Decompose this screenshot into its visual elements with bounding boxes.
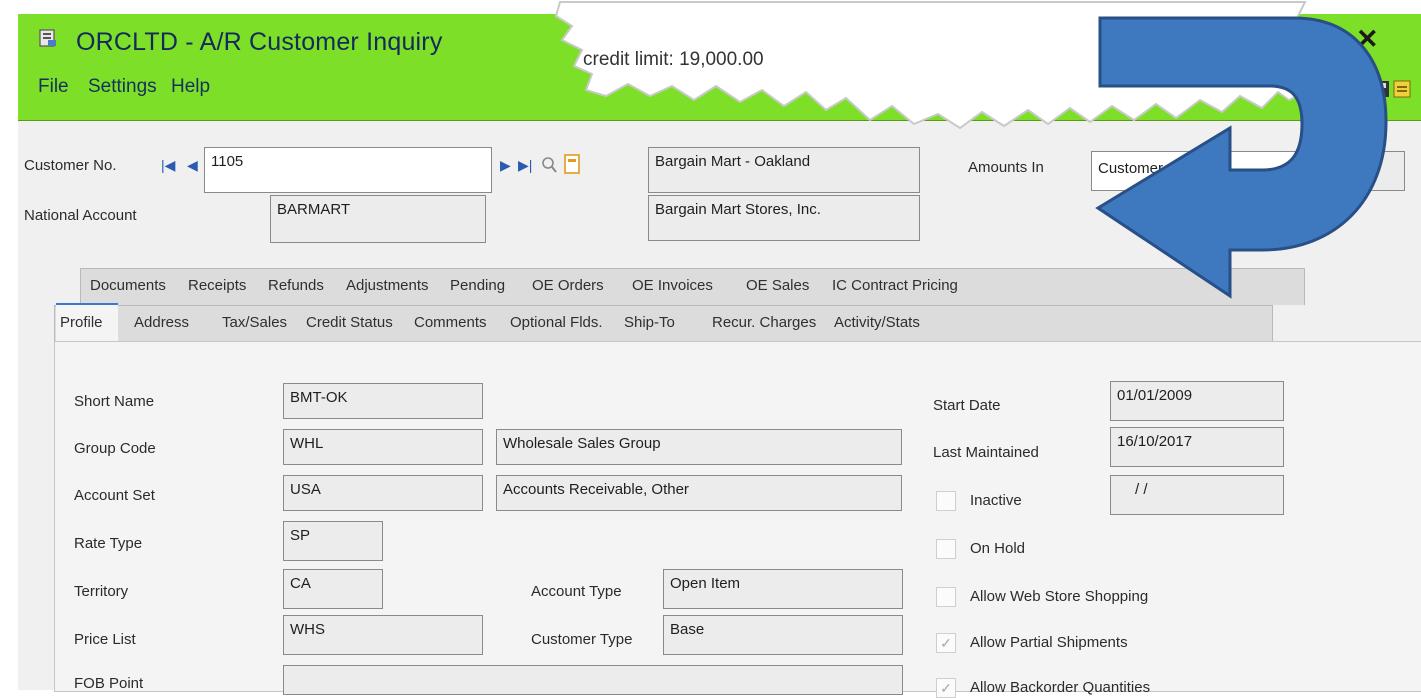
menu-file[interactable]: File [38, 76, 69, 98]
toolbar-icons [1373, 80, 1411, 98]
group-code-field: WHL [283, 429, 483, 465]
fob-point-field [283, 665, 903, 695]
menu-settings[interactable]: Settings [88, 76, 157, 98]
inactive-checkbox[interactable] [936, 491, 956, 511]
tab-documents[interactable]: Documents [90, 277, 166, 294]
tab-comments[interactable]: Comments [414, 314, 487, 331]
rate-type-field: SP [283, 521, 383, 561]
tab-recurring-charges[interactable]: Recur. Charges [712, 314, 816, 331]
on-hold-checkbox[interactable] [936, 539, 956, 559]
tab-ic-contract-pricing[interactable]: IC Contract Pricing [832, 277, 958, 294]
save-icon[interactable] [1373, 81, 1389, 97]
amounts-in-label: Amounts In [968, 159, 1044, 176]
short-name-label: Short Name [74, 393, 155, 410]
tab-refunds[interactable]: Refunds [268, 277, 324, 294]
customer-no-label: Customer No. [24, 157, 117, 174]
allow-backorder-label: Allow Backorder Quantities [970, 679, 1151, 696]
price-list-label: Price List [74, 631, 136, 648]
application-window: ORCLTD - A/R Customer Inquiry ✕ File Set… [18, 14, 1421, 698]
menu-help[interactable]: Help [171, 76, 210, 98]
price-list-field: WHS [283, 615, 483, 655]
allow-partial-shipments-checkbox[interactable]: ✓ [936, 633, 956, 653]
window-title: ORCLTD - A/R Customer Inquiry [76, 28, 443, 56]
customer-type-label: Customer Type [531, 631, 633, 648]
zoom-icon[interactable] [563, 153, 581, 175]
inquiry-form: Customer No. |◀ ◀ 1105 ▶ ▶| Bargain Mart… [18, 120, 1421, 698]
customer-type-field: Base [663, 615, 903, 655]
allow-partial-shipments-label: Allow Partial Shipments [970, 634, 1128, 651]
tab-oe-sales[interactable]: OE Sales [746, 277, 809, 294]
tab-adjustments[interactable]: Adjustments [346, 277, 429, 294]
previous-record-icon[interactable]: ◀ [187, 157, 198, 174]
finder-icon[interactable] [540, 155, 558, 175]
close-button[interactable]: ✕ [1356, 24, 1379, 55]
inactive-label: Inactive [970, 492, 1022, 509]
allow-backorder-checkbox[interactable]: ✓ [936, 678, 956, 698]
national-account-name-field: Bargain Mart Stores, Inc. [648, 195, 920, 241]
tab-credit-status[interactable]: Credit Status [306, 314, 393, 331]
group-code-description: Wholesale Sales Group [496, 429, 902, 465]
account-set-field: USA [283, 475, 483, 511]
tab-profile[interactable]: Profile [60, 314, 103, 331]
next-record-icon[interactable]: ▶ [500, 157, 511, 174]
title-bar: ORCLTD - A/R Customer Inquiry ✕ [18, 14, 1421, 66]
notes-icon[interactable] [1393, 80, 1411, 98]
fob-point-label: FOB Point [74, 675, 144, 692]
account-type-field: Open Item [663, 569, 903, 609]
first-record-icon[interactable]: |◀ [161, 157, 175, 174]
inactive-date-field: / / [1110, 475, 1284, 515]
rate-type-label: Rate Type [74, 535, 143, 552]
tab-oe-invoices[interactable]: OE Invoices [632, 277, 713, 294]
app-icon [39, 29, 56, 47]
allow-web-store-label: Allow Web Store Shopping [970, 588, 1149, 605]
amounts-in-select[interactable]: Customer Currency [1091, 151, 1303, 191]
tab-activity-stats[interactable]: Activity/Stats [834, 314, 920, 331]
customer-no-input[interactable]: 1105 [204, 147, 492, 193]
short-name-field: BMT-OK [283, 383, 483, 419]
last-maintained-field: 16/10/2017 [1110, 427, 1284, 467]
national-account-label: National Account [24, 207, 137, 224]
group-code-label: Group Code [74, 440, 156, 457]
account-type-label: Account Type [531, 583, 622, 600]
tab-ship-to[interactable]: Ship-To [624, 314, 675, 331]
on-hold-label: On Hold [970, 540, 1026, 557]
allow-web-store-checkbox[interactable] [936, 587, 956, 607]
tab-optional-fields[interactable]: Optional Flds. [510, 314, 603, 331]
tab-address[interactable]: Address [134, 314, 189, 331]
account-set-description: Accounts Receivable, Other [496, 475, 902, 511]
tab-oe-orders[interactable]: OE Orders [532, 277, 604, 294]
last-maintained-label: Last Maintained [933, 444, 1039, 461]
tab-receipts[interactable]: Receipts [188, 277, 246, 294]
tab-tax-sales[interactable]: Tax/Sales [222, 314, 287, 331]
customer-name-field: Bargain Mart - Oakland [648, 147, 920, 193]
last-record-icon[interactable]: ▶| [518, 157, 532, 174]
account-set-label: Account Set [74, 487, 155, 504]
territory-field: CA [283, 569, 383, 609]
amounts-in-button[interactable] [1308, 151, 1405, 191]
start-date-label: Start Date [933, 397, 1001, 414]
national-account-field: BARMART [270, 195, 486, 243]
tab-pending[interactable]: Pending [450, 277, 505, 294]
territory-label: Territory [74, 583, 129, 600]
start-date-field: 01/01/2009 [1110, 381, 1284, 421]
